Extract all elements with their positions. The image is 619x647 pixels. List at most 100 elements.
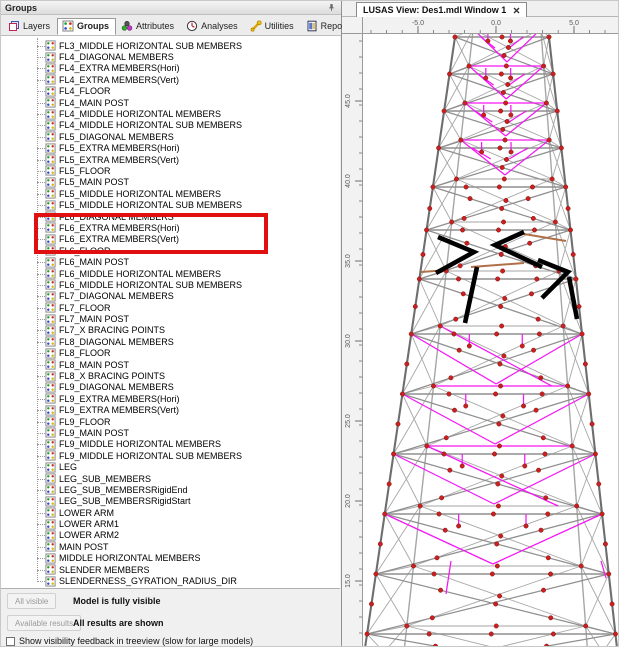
groups-icon: [62, 20, 74, 32]
groups-icon: [45, 222, 56, 233]
tab-utilities[interactable]: Utilities: [245, 18, 301, 35]
tree-item[interactable]: FL3_MIDDLE HORIZONTAL SUB MEMBERS: [1, 40, 340, 51]
groups-icon: [45, 120, 56, 131]
tree-item[interactable]: FL9_MAIN POST: [1, 427, 340, 438]
tree-item[interactable]: FL5_FLOOR: [1, 165, 340, 176]
view-tab-title: LUSAS View: Des1.mdl Window 1: [363, 5, 506, 15]
tab-layers[interactable]: Layers: [3, 18, 57, 35]
panel-title: Groups: [5, 3, 323, 13]
svg-text:5.0: 5.0: [569, 20, 579, 27]
tree-item[interactable]: FL4_DIAGONAL MEMBERS: [1, 51, 340, 62]
groups-icon: [45, 473, 56, 484]
tree-item[interactable]: SLENDERNESS_GYRATION_RADIUS_DIR: [1, 575, 340, 586]
tree-item[interactable]: FL9_MIDDLE HORIZONTAL SUB MEMBERS: [1, 450, 340, 461]
tree-item[interactable]: FL6_MAIN POST: [1, 256, 340, 267]
groups-icon: [45, 564, 56, 575]
groups-icon: [45, 245, 56, 256]
tree-item[interactable]: FL8_DIAGONAL MEMBERS: [1, 336, 340, 347]
tree-item[interactable]: FL8_MAIN POST: [1, 359, 340, 370]
tree-item[interactable]: FL6_DIAGONAL MEMBERS: [1, 211, 340, 222]
tree-item[interactable]: FL7_X BRACING POINTS: [1, 325, 340, 336]
view-tab-close-icon[interactable]: [513, 7, 520, 14]
groups-icon: [45, 63, 56, 74]
tree-item[interactable]: FL5_MAIN POST: [1, 177, 340, 188]
groups-icon: [45, 507, 56, 518]
tree-item[interactable]: FL9_EXTRA MEMBERS(Hori): [1, 393, 340, 404]
tree-item[interactable]: FL4_MAIN POST: [1, 97, 340, 108]
groups-icon: [45, 530, 56, 541]
analyses-icon: [186, 20, 198, 32]
tree-item[interactable]: LOWER ARM: [1, 507, 340, 518]
groups-icon: [45, 405, 56, 416]
groups-icon: [45, 427, 56, 438]
tree-item[interactable]: FL5_EXTRA MEMBERS(Vert): [1, 154, 340, 165]
tree-item[interactable]: LEG_SUB_MEMBERS: [1, 473, 340, 484]
tree-item[interactable]: FL6_EXTRA MEMBERS(Vert): [1, 234, 340, 245]
utilities-icon: [250, 20, 262, 32]
groups-panel: Groups LayersGroupsAttributesAnalysesUti…: [1, 1, 342, 647]
groups-icon: [45, 200, 56, 211]
tree-item[interactable]: FL4_EXTRA MEMBERS(Hori): [1, 63, 340, 74]
groups-icon: [45, 496, 56, 507]
tree-item[interactable]: FL9_DIAGONAL MEMBERS: [1, 382, 340, 393]
view-tab[interactable]: LUSAS View: Des1.mdl Window 1: [356, 2, 527, 17]
tree-item[interactable]: FL9_MIDDLE HORIZONTAL MEMBERS: [1, 439, 340, 450]
tree-item[interactable]: FL7_DIAGONAL MEMBERS: [1, 291, 340, 302]
tree-item[interactable]: FL4_MIDDLE HORIZONTAL MEMBERS: [1, 108, 340, 119]
tree-item[interactable]: LEG_SUB_MEMBERSRigidEnd: [1, 484, 340, 495]
all-visible-button[interactable]: All visible: [7, 593, 56, 609]
svg-text:20.0: 20.0: [345, 494, 352, 508]
visibility-feedback-checkbox[interactable]: [6, 637, 15, 646]
tree-item[interactable]: FL8_FLOOR: [1, 348, 340, 359]
tree-item[interactable]: FL5_MIDDLE HORIZONTAL MEMBERS: [1, 188, 340, 199]
tab-analyses[interactable]: Analyses: [181, 18, 245, 35]
groups-icon: [45, 439, 56, 450]
tab-groups[interactable]: Groups: [57, 18, 116, 35]
tree-item[interactable]: LOWER ARM1: [1, 518, 340, 529]
tree-item[interactable]: FL7_FLOOR: [1, 302, 340, 313]
pin-button[interactable]: [325, 2, 337, 13]
svg-text:35.0: 35.0: [345, 254, 352, 268]
available-results-button[interactable]: Available results: [7, 615, 81, 631]
tab-attributes[interactable]: Attributes: [116, 18, 181, 35]
tree-item[interactable]: LEG_SUB_MEMBERSRigidStart: [1, 496, 340, 507]
groups-icon: [45, 165, 56, 176]
tree-item[interactable]: FL8_X BRACING POINTS: [1, 370, 340, 381]
groups-icon: [45, 519, 56, 530]
groups-icon: [45, 291, 56, 302]
tree-item[interactable]: FL7_MAIN POST: [1, 313, 340, 324]
tree-item[interactable]: MIDDLE HORIZONTAL MEMBERS: [1, 553, 340, 564]
tree-item[interactable]: FL6_FLOOR: [1, 245, 340, 256]
tree-item[interactable]: FL9_FLOOR: [1, 416, 340, 427]
tree-item[interactable]: FL5_DIAGONAL MEMBERS: [1, 131, 340, 142]
groups-icon: [45, 154, 56, 165]
tree-item[interactable]: LEG: [1, 461, 340, 472]
tree-item[interactable]: FL6_EXTRA MEMBERS(Hori): [1, 222, 340, 233]
tree-item[interactable]: LOWER ARM2: [1, 530, 340, 541]
groups-icon: [45, 131, 56, 142]
tree-item[interactable]: FL4_MIDDLE HORIZONTAL SUB MEMBERS: [1, 120, 340, 131]
tree-item[interactable]: FL4_EXTRA MEMBERS(Vert): [1, 74, 340, 85]
tree-item[interactable]: FL6_MIDDLE HORIZONTAL SUB MEMBERS: [1, 279, 340, 290]
tree-item[interactable]: FL9_EXTRA MEMBERS(Vert): [1, 405, 340, 416]
groups-icon: [45, 371, 56, 382]
groups-icon: [45, 541, 56, 552]
svg-text:15.0: 15.0: [345, 574, 352, 588]
tree-item[interactable]: FL4_FLOOR: [1, 86, 340, 97]
svg-text:45.0: 45.0: [345, 94, 352, 108]
tree-item[interactable]: FL6_MIDDLE HORIZONTAL MEMBERS: [1, 268, 340, 279]
groups-icon: [45, 302, 56, 313]
groups-icon: [45, 576, 56, 587]
tree-item[interactable]: MAIN POST: [1, 541, 340, 552]
tree-item[interactable]: SLENDER MEMBERS: [1, 564, 340, 575]
model-view[interactable]: -5.00.05.045.040.035.030.025.020.015.0: [342, 17, 619, 647]
groups-icon: [45, 177, 56, 188]
tree-item[interactable]: FL5_EXTRA MEMBERS(Hori): [1, 143, 340, 154]
tree-item[interactable]: FL5_MIDDLE HORIZONTAL SUB MEMBERS: [1, 199, 340, 210]
groups-icon: [45, 484, 56, 495]
groups-icon: [45, 86, 56, 97]
groups-icon: [45, 314, 56, 325]
groups-treeview[interactable]: FL3_MIDDLE HORIZONTAL SUB MEMBERSFL4_DIA…: [1, 36, 340, 589]
svg-text:40.0: 40.0: [345, 174, 352, 188]
view-tabrow: LUSAS View: Des1.mdl Window 1: [342, 1, 619, 17]
